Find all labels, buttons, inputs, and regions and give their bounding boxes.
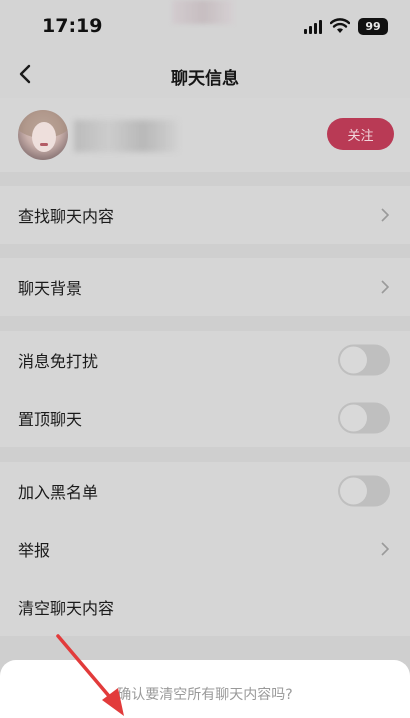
status-icons: 99 xyxy=(304,16,388,36)
chevron-right-icon xyxy=(381,208,390,222)
row-label: 举报 xyxy=(18,541,51,560)
row-pin-chat[interactable]: 置顶聊天 xyxy=(0,389,410,447)
row-label: 加入黑名单 xyxy=(18,483,99,502)
row-clear-chat[interactable]: 清空聊天内容 xyxy=(0,578,410,636)
status-time: 17:19 xyxy=(42,15,103,37)
row-do-not-disturb[interactable]: 消息免打扰 xyxy=(0,331,410,389)
confirm-sheet: 确认要清空所有聊天内容吗? xyxy=(0,660,410,718)
row-search-chat[interactable]: 查找聊天内容 xyxy=(0,186,410,244)
chevron-right-icon xyxy=(381,280,390,294)
blurred-notification xyxy=(172,0,234,24)
row-label: 聊天背景 xyxy=(18,279,83,298)
page-title: 聊天信息 xyxy=(171,69,239,89)
row-label: 清空聊天内容 xyxy=(18,599,115,618)
status-bar: 17:19 99 xyxy=(0,0,410,52)
blurred-username xyxy=(74,120,178,152)
row-label: 查找聊天内容 xyxy=(18,207,115,226)
profile-card[interactable]: 关注 xyxy=(0,98,410,172)
chevron-right-icon xyxy=(381,542,390,556)
row-report[interactable]: 举报 xyxy=(0,520,410,578)
group-search: 查找聊天内容 xyxy=(0,186,410,244)
row-label: 消息免打扰 xyxy=(18,352,99,371)
blacklist-toggle[interactable] xyxy=(338,475,390,507)
row-chat-background[interactable]: 聊天背景 xyxy=(0,258,410,316)
do-not-disturb-toggle[interactable] xyxy=(338,344,390,376)
pin-chat-toggle[interactable] xyxy=(338,402,390,434)
row-blacklist[interactable]: 加入黑名单 xyxy=(0,462,410,520)
wifi-icon xyxy=(330,18,350,33)
group-notify: 消息免打扰 置顶聊天 xyxy=(0,331,410,447)
nav-bar: 聊天信息 xyxy=(0,52,410,98)
group-manage: 加入黑名单 举报 清空聊天内容 xyxy=(0,462,410,636)
cellular-signal-icon xyxy=(304,18,322,34)
row-label: 置顶聊天 xyxy=(18,410,83,429)
follow-button[interactable]: 关注 xyxy=(327,118,394,150)
battery-icon: 99 xyxy=(358,17,388,35)
group-background: 聊天背景 xyxy=(0,258,410,316)
confirm-message: 确认要清空所有聊天内容吗? xyxy=(117,687,293,703)
avatar[interactable] xyxy=(18,110,68,160)
